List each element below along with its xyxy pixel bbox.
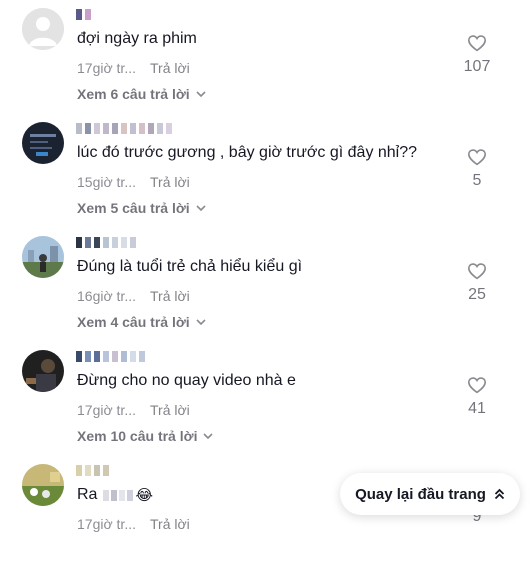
reply-button[interactable]: Trả lời xyxy=(150,288,190,304)
chevron-down-icon xyxy=(196,205,206,211)
back-to-top-label: Quay lại đầu trang xyxy=(355,485,486,503)
comment-meta: 17giờ tr... Trả lời xyxy=(77,402,190,418)
avatar[interactable] xyxy=(22,464,64,506)
comment-text: Ra xyxy=(77,486,98,503)
comment-time: 17giờ tr... xyxy=(77,60,136,76)
like-button[interactable]: 5 xyxy=(457,148,497,190)
default-avatar-icon xyxy=(22,8,64,50)
avatar[interactable] xyxy=(22,122,64,164)
like-button[interactable]: 25 xyxy=(457,262,497,304)
username-blurred[interactable] xyxy=(76,350,145,363)
like-count: 5 xyxy=(472,172,482,189)
comment-meta: 17giờ tr... Trả lời xyxy=(77,516,190,532)
comment-time: 15giờ tr... xyxy=(77,174,136,190)
view-replies-button[interactable]: Xem 10 câu trả lời xyxy=(77,428,214,444)
user-photo xyxy=(22,350,64,392)
view-replies-label: Xem 4 câu trả lời xyxy=(77,314,190,330)
comment-meta: 16giờ tr... Trả lời xyxy=(77,288,190,304)
back-to-top-button[interactable]: Quay lại đầu trang xyxy=(340,473,520,515)
comment-text-row: Ra 😂 xyxy=(77,485,153,505)
like-button[interactable]: 107 xyxy=(457,34,497,76)
comment-meta: 15giờ tr... Trả lời xyxy=(77,174,190,190)
avatar[interactable] xyxy=(22,8,64,50)
reply-button[interactable]: Trả lời xyxy=(150,402,190,418)
comment-text: lúc đó trước gương , bây giờ trước gì đâ… xyxy=(77,144,418,161)
like-count: 107 xyxy=(463,58,491,75)
laughing-emoji-icon: 😂 xyxy=(135,486,153,504)
view-replies-button[interactable]: Xem 4 câu trả lời xyxy=(77,314,206,330)
comment-time: 17giờ tr... xyxy=(77,516,136,532)
view-replies-button[interactable]: Xem 6 câu trả lời xyxy=(77,86,206,102)
user-photo xyxy=(22,236,64,278)
chevron-down-icon xyxy=(196,319,206,325)
comment-text: đợi ngày ra phim xyxy=(77,30,197,47)
double-chevron-up-icon xyxy=(494,488,505,500)
comment-meta: 17giờ tr... Trả lời xyxy=(77,60,190,76)
username-blurred[interactable] xyxy=(76,8,91,21)
heart-icon xyxy=(467,149,487,166)
view-replies-label: Xem 6 câu trả lời xyxy=(77,86,190,102)
view-replies-label: Xem 10 câu trả lời xyxy=(77,428,198,444)
user-photo xyxy=(22,122,64,164)
view-replies-label: Xem 5 câu trả lời xyxy=(77,200,190,216)
reply-button[interactable]: Trả lời xyxy=(150,516,190,532)
comment-text: Đúng là tuổi trẻ chả hiểu kiểu gì xyxy=(77,258,303,275)
reply-button[interactable]: Trả lời xyxy=(150,174,190,190)
heart-icon xyxy=(467,35,487,52)
like-count: 41 xyxy=(468,400,486,417)
comment-item: Đừng cho no quay video nhà e 17giờ tr...… xyxy=(0,350,529,464)
avatar[interactable] xyxy=(22,236,64,278)
comment-item: lúc đó trước gương , bây giờ trước gì đâ… xyxy=(0,122,529,236)
comment-item: đợi ngày ra phim 17giờ tr... Trả lời Xem… xyxy=(0,8,529,122)
like-count: 25 xyxy=(468,286,486,303)
comment-time: 16giờ tr... xyxy=(77,288,136,304)
username-blurred[interactable] xyxy=(76,122,172,135)
comment-item: Đúng là tuổi trẻ chả hiểu kiểu gì 16giờ … xyxy=(0,236,529,350)
heart-icon xyxy=(467,377,487,394)
heart-icon xyxy=(467,263,487,280)
blurred-text xyxy=(103,489,134,501)
view-replies-button[interactable]: Xem 5 câu trả lời xyxy=(77,200,206,216)
username-blurred[interactable] xyxy=(76,464,109,477)
user-photo xyxy=(22,464,64,506)
avatar[interactable] xyxy=(22,350,64,392)
chevron-down-icon xyxy=(203,433,214,439)
username-blurred[interactable] xyxy=(76,236,136,249)
reply-button[interactable]: Trả lời xyxy=(150,60,190,76)
chevron-down-icon xyxy=(196,91,206,97)
comment-text: Đừng cho no quay video nhà e xyxy=(77,372,296,389)
like-button[interactable]: 41 xyxy=(457,376,497,418)
comment-time: 17giờ tr... xyxy=(77,402,136,418)
